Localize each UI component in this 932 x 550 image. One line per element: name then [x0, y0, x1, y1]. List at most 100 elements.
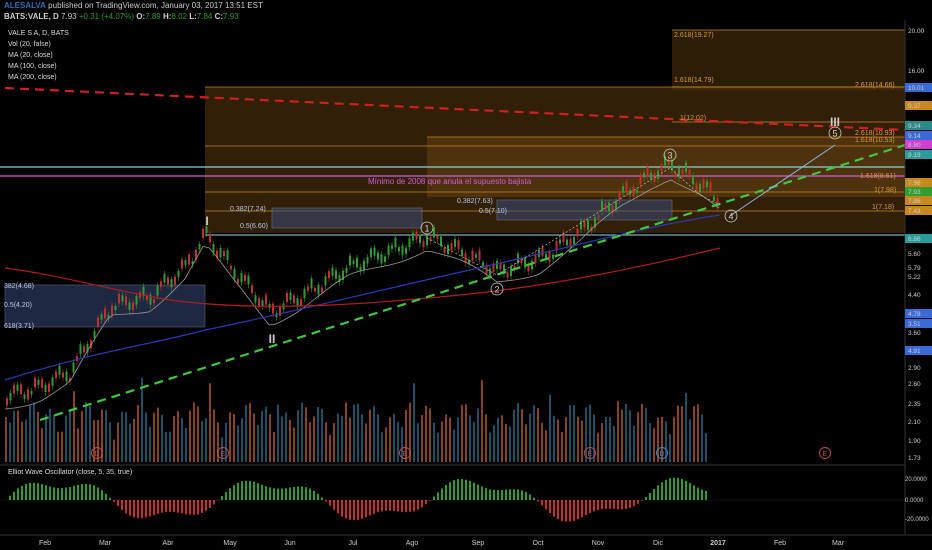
volume-bar [677, 405, 679, 462]
oscillator-bar [581, 500, 583, 518]
candle-body [681, 169, 684, 175]
oscillator-bar [585, 500, 587, 516]
candle-body [167, 277, 169, 285]
volume-bar [121, 411, 123, 462]
wave-label-4: 4 [728, 212, 733, 222]
price-axis-label: 6.86 [908, 236, 921, 243]
oscillator-bar [173, 500, 175, 512]
volume-bar [573, 405, 575, 462]
volume-bar [325, 422, 327, 462]
candle-body [457, 240, 460, 249]
legend-indicator[interactable]: MA (100, close) [8, 63, 57, 70]
event-marker: D [659, 451, 664, 458]
volume-bar [581, 420, 583, 462]
candle-body [331, 267, 334, 276]
price-axis-label: 1.90 [908, 438, 921, 445]
volume-bar [501, 415, 503, 462]
volume-bar [413, 383, 415, 462]
volume-bar [9, 422, 11, 462]
candle-body [671, 160, 673, 171]
price-chart[interactable]: Mínimo de 2008 que anula el supuesto baj… [0, 0, 932, 550]
candle-body [436, 235, 439, 240]
volume-bar [497, 417, 499, 462]
oscillator-bar [661, 482, 663, 500]
event-marker: E [221, 451, 226, 458]
oscillator-bar [97, 487, 99, 500]
oscillator-bar [501, 490, 503, 500]
volume-bar [601, 423, 603, 462]
oscillator-bar [321, 497, 323, 500]
time-axis-label: Sep [472, 540, 485, 547]
volume-bar [485, 414, 487, 462]
candle-body [72, 362, 75, 373]
oscillator-bar [65, 487, 67, 500]
price-axis-label: 9.14 [908, 133, 921, 140]
oscillator-bar [589, 500, 591, 514]
volume-bar [189, 410, 191, 462]
candle-body [639, 174, 642, 185]
candle-body [212, 244, 215, 253]
oscillator-bar [161, 500, 163, 513]
candle-body [335, 270, 337, 279]
legend-indicator[interactable]: MA (20, close) [8, 52, 53, 59]
legend-indicator[interactable]: Vol (20, false) [8, 41, 51, 48]
fib-label: 382(4.68) [4, 283, 34, 290]
volume-bar [365, 423, 367, 462]
wave-label-II: II [269, 332, 276, 346]
price-axis-label: 7.43 [908, 208, 921, 215]
price-axis-label: 3.60 [908, 330, 921, 337]
candle-body [615, 200, 617, 209]
candle-body [300, 299, 302, 306]
volume-bar [513, 409, 515, 462]
oscillator-bar [577, 500, 579, 520]
legend-indicator[interactable]: MA (200, close) [8, 74, 57, 81]
publish-text: published on TradingView.com, January 03… [48, 1, 263, 10]
candle-body [240, 272, 243, 283]
oscillator-bar [193, 500, 195, 515]
fib-label: 0.382(7.24) [230, 206, 266, 213]
oscillator-bar [41, 484, 43, 500]
volume-bar [449, 417, 451, 462]
oscillator-bar [421, 500, 423, 508]
volume-bar [533, 404, 535, 462]
symbol-label[interactable]: BATS:VALE, D [4, 12, 59, 21]
oscillator-bar [453, 480, 455, 500]
volume-bar [681, 406, 683, 462]
oscillator-bar [497, 490, 499, 500]
oscillator-axis-label: 20.0000 [905, 477, 927, 483]
oscillator-bar [377, 500, 379, 513]
candle-body [622, 186, 624, 193]
candle-body [314, 287, 316, 292]
volume-bar [377, 414, 379, 462]
oscillator-bar [49, 486, 51, 500]
candle-body [251, 285, 253, 294]
volume-bar [529, 413, 531, 462]
oscillator-bar [413, 500, 415, 512]
candle-body [321, 287, 323, 293]
candle-body [398, 247, 400, 252]
volume-bar [697, 404, 699, 462]
volume-bar [545, 430, 547, 462]
oscillator-bar [685, 480, 687, 500]
candle-body [541, 247, 544, 257]
candle-body [405, 247, 407, 254]
legend-symbol-title[interactable]: VALE S A, D, BATS [8, 30, 69, 37]
volume-bar [129, 423, 131, 462]
oscillator-bar [633, 500, 635, 507]
volume-bar [141, 377, 143, 462]
price-axis-label: 2.90 [908, 365, 921, 372]
volume-bar [249, 403, 251, 462]
volume-bar [293, 427, 295, 462]
candle-body [62, 372, 64, 378]
oscillator-bar [525, 492, 527, 500]
volume-bar [317, 406, 319, 462]
oscillator-title[interactable]: Elliot Wave Oscillator (close, 5, 35, tr… [8, 469, 132, 476]
author-link[interactable]: ALESALVA [4, 1, 46, 10]
candle-body [496, 260, 498, 269]
oscillator-bar [469, 480, 471, 500]
volume-bar [349, 417, 351, 462]
volume-bar [81, 411, 83, 462]
candle-body [454, 238, 456, 247]
volume-bar [61, 431, 63, 462]
volume-bar [389, 417, 391, 462]
